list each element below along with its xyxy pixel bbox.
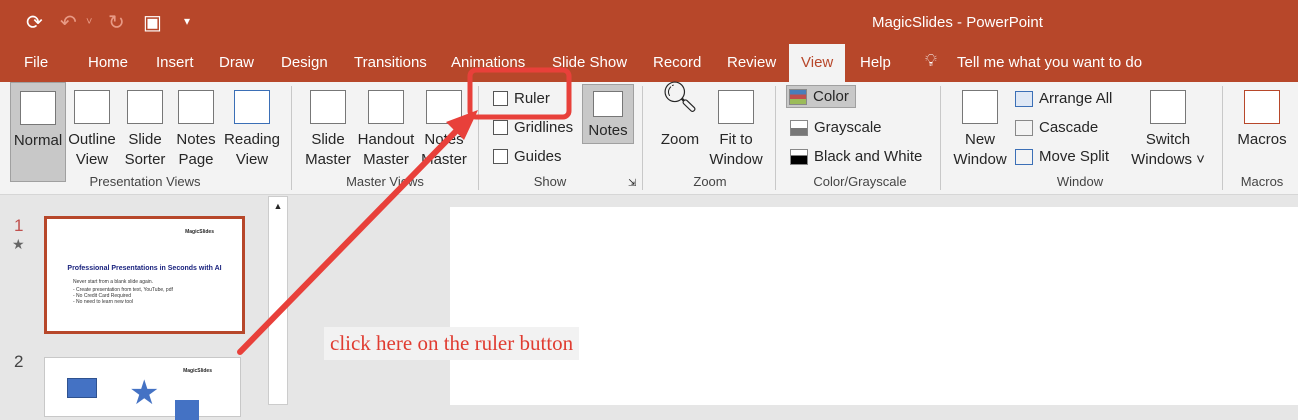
annotation-overlay [237,67,572,355]
highlight-box [467,67,572,120]
annotation-arrow [237,119,468,355]
